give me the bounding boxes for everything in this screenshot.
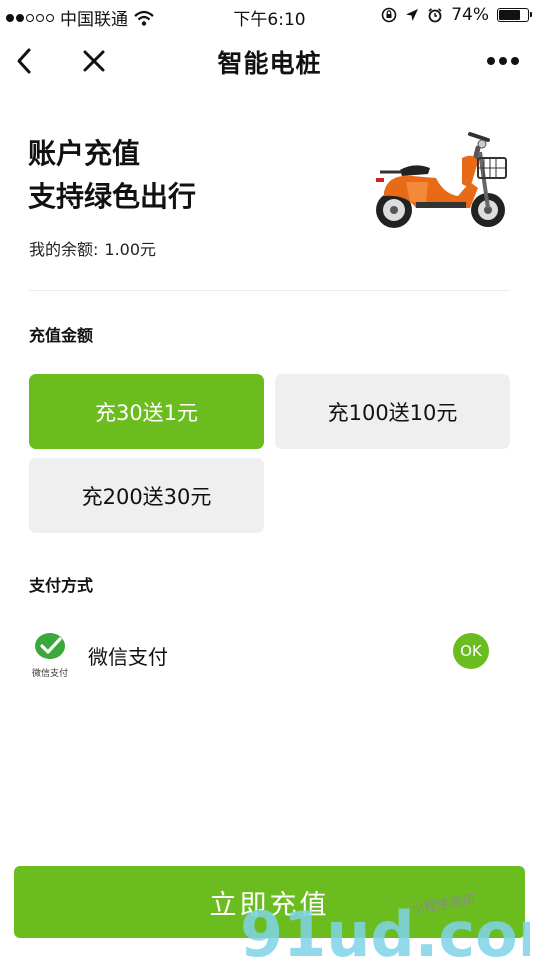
recharge-now-label: 立即充值	[209, 889, 330, 921]
recharge-option-200[interactable]: 充200送30元	[29, 458, 264, 533]
section-divider	[29, 290, 510, 291]
balance-value: 1.00元	[104, 240, 157, 259]
recharge-option-100[interactable]: 充100送10元	[275, 374, 510, 449]
battery-percent: 74%	[451, 5, 489, 25]
wechat-logo-icon	[35, 633, 65, 659]
more-options-icon[interactable]	[483, 50, 523, 72]
balance-label: 我的余额:	[29, 240, 99, 259]
wechat-pay-caption: 微信支付	[31, 669, 68, 679]
wechat-pay-icon: 微信支付	[30, 628, 70, 679]
recharge-section-title: 充值金额	[29, 326, 94, 345]
headline-recharge: 账户充值	[28, 137, 141, 170]
headline-slogan: 支持绿色出行	[28, 180, 197, 213]
status-right: 74%	[381, 5, 532, 25]
recharge-option-label: 充30送1元	[94, 400, 199, 425]
location-arrow-icon	[406, 9, 419, 21]
electric-scooter-image	[376, 132, 507, 228]
balance-row: 我的余额: 1.00元	[29, 236, 156, 260]
page-title: 智能电桩	[217, 49, 322, 78]
payment-section-title: 支付方式	[29, 576, 94, 595]
recharge-option-30[interactable]: 充30送1元	[29, 374, 264, 449]
recharge-now-button[interactable]: 立即充值	[14, 866, 525, 938]
selected-check-badge[interactable]: OK	[453, 633, 489, 669]
alarm-icon	[428, 8, 442, 23]
status-bar: 中国联通 下午6:10 74%	[0, 0, 539, 30]
payment-method-wechat[interactable]: 微信支付 微信支付 OK	[0, 622, 539, 682]
recharge-option-label: 充200送30元	[81, 484, 212, 509]
rotation-lock-icon	[381, 7, 397, 23]
recharge-option-label: 充100送10元	[327, 400, 458, 425]
nav-bar: 智能电桩	[0, 30, 539, 92]
battery-icon	[497, 8, 532, 22]
battery-level	[499, 10, 520, 20]
payment-method-label: 微信支付	[88, 645, 168, 669]
